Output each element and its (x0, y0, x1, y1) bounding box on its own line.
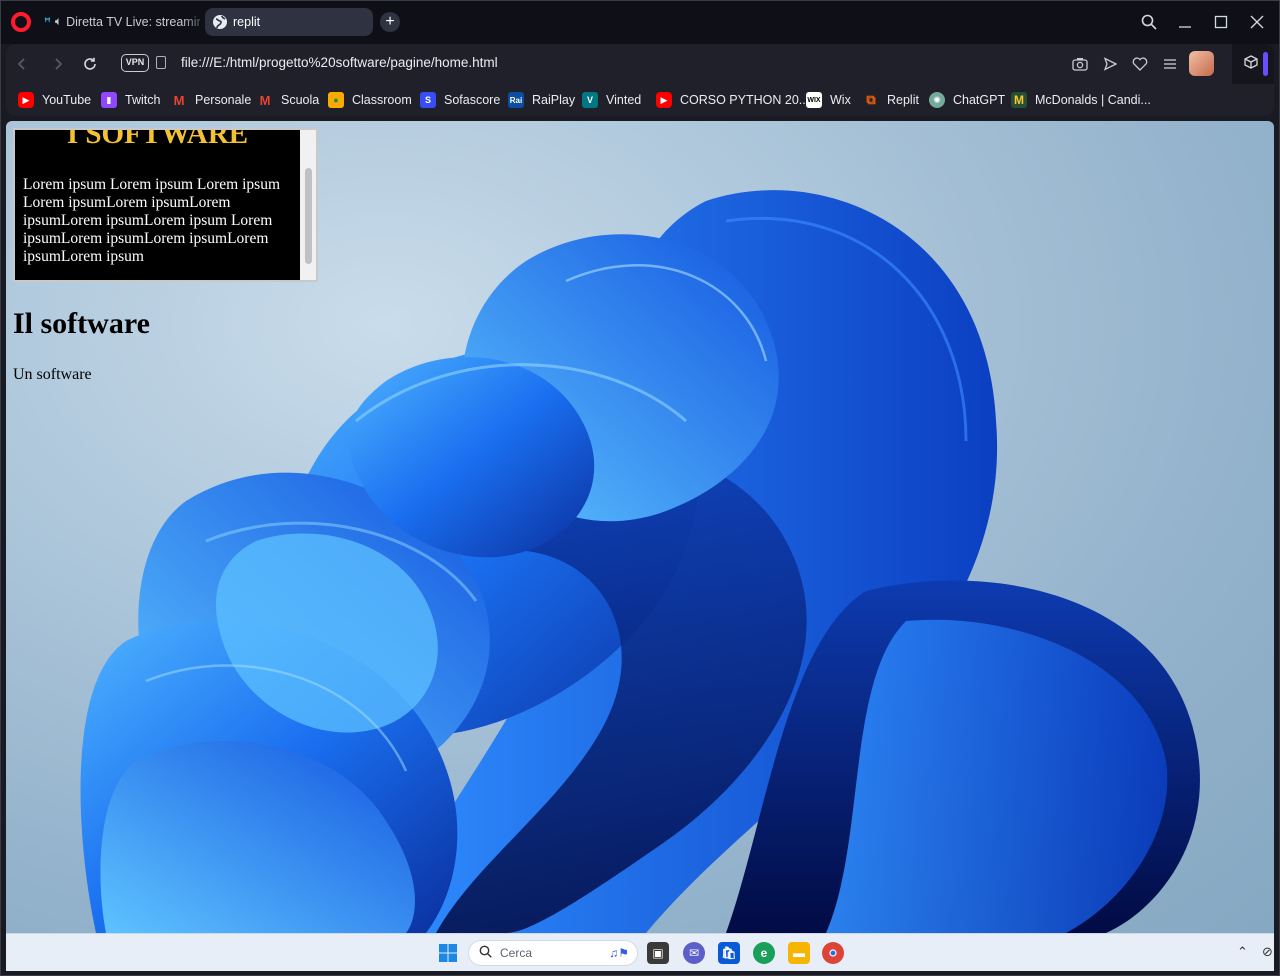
teams-chat-icon[interactable]: ✉ (683, 942, 705, 964)
easy-setup-icon[interactable] (1159, 53, 1181, 75)
maximize-button[interactable] (1209, 10, 1233, 34)
bookmark-raiplay[interactable]: Rai RaiPlay (508, 91, 575, 109)
search-highlight-icon: ♫⚑ (609, 946, 629, 960)
vinted-icon: V (582, 92, 598, 108)
bookmark-scuola[interactable]: M Scuola (257, 91, 319, 109)
task-view-icon[interactable]: ▣ (647, 942, 669, 964)
bookmark-label: Personale (195, 93, 252, 107)
tab-diretta-tv[interactable]: ꟸ 🔈︎ Diretta TV Live: streaming (38, 8, 200, 36)
scrollbar-thumb[interactable] (305, 168, 312, 264)
new-tab-button[interactable]: + (380, 12, 400, 32)
bookmark-chatgpt[interactable]: ✺ ChatGPT (929, 91, 1005, 109)
taskbar-search[interactable]: Cerca ♫⚑ (468, 940, 638, 966)
wix-icon: WIX (806, 92, 822, 108)
search-tabs-icon[interactable] (1137, 10, 1161, 34)
bookmark-label: Vinted (606, 93, 642, 107)
url-field[interactable]: file:///E:/html/progetto%20software/pagi… (181, 55, 498, 70)
scrollbar-track[interactable] (300, 130, 316, 280)
reload-button[interactable] (78, 52, 102, 76)
raiplay-icon: Rai (508, 92, 524, 108)
tab-replit[interactable]: replit (205, 8, 373, 36)
gmail-icon: M (257, 92, 273, 108)
bookmark-label: ChatGPT (953, 93, 1006, 107)
bookmark-youtube[interactable]: ▶ YouTube (18, 91, 91, 109)
cube-icon[interactable] (1241, 54, 1261, 74)
page-viewport: I SOFTWARE Lorem ipsum Lorem ipsum Lorem… (6, 121, 1274, 933)
bookmark-label: Sofascore (444, 93, 501, 107)
page-heading: Il software (13, 307, 150, 340)
send-icon[interactable] (1099, 53, 1121, 75)
page-info-icon[interactable] (156, 56, 166, 69)
replit-icon: ⧉ (863, 92, 879, 108)
bookmark-vinted[interactable]: V Vinted (582, 91, 641, 109)
scroll-box[interactable]: I SOFTWARE Lorem ipsum Lorem ipsum Lorem… (13, 128, 318, 282)
back-button[interactable] (10, 52, 34, 76)
minimize-button[interactable] (1173, 10, 1197, 34)
opera-logo-icon[interactable] (11, 12, 31, 32)
bookmark-sofascore[interactable]: S Sofascore (420, 91, 500, 109)
youtube-icon: ▶ (656, 92, 672, 108)
bookmark-label: Wix (830, 93, 851, 107)
close-button[interactable] (1245, 10, 1269, 34)
bookmark-mcdonalds[interactable]: M McDonalds | Candi... (1011, 91, 1151, 109)
page-paragraph: Un software (13, 366, 92, 383)
bookmark-label: Classroom (352, 93, 412, 107)
html-page: I SOFTWARE Lorem ipsum Lorem ipsum Lorem… (6, 121, 1274, 933)
mcdonalds-icon: M (1011, 92, 1027, 108)
bookmark-personale[interactable]: M Personale (171, 91, 251, 109)
box-title: I SOFTWARE (66, 128, 249, 150)
bookmark-label: Scuola (281, 93, 320, 107)
edge-icon[interactable]: e (753, 942, 775, 964)
bookmark-label: CORSO PYTHON 20... (680, 93, 810, 107)
tab-label: replit (233, 15, 261, 29)
bookmarks-bar: ▶ YouTube ▮ Twitch M Personale M Scuola … (6, 84, 1274, 116)
forward-button[interactable] (46, 52, 70, 76)
snapshot-icon[interactable] (1069, 53, 1091, 75)
bookmark-replit[interactable]: ⧉ Replit (863, 91, 919, 109)
bookmark-label: Twitch (125, 93, 161, 107)
search-placeholder: Cerca (500, 946, 533, 960)
bookmark-corso-python[interactable]: ▶ CORSO PYTHON 20... (656, 91, 809, 109)
tab-bar: ꟸ 🔈︎ Diretta TV Live: streaming replit + (0, 0, 1280, 44)
windows-start-icon[interactable] (437, 942, 459, 964)
gmail-icon: M (171, 92, 187, 108)
sidebar-accent (1263, 52, 1268, 76)
bookmark-classroom[interactable]: ● Classroom (328, 91, 412, 109)
speaker-icon[interactable]: 🔈︎ (55, 14, 62, 30)
tab-favicon-icon: ꟸ (44, 15, 51, 29)
windows-taskbar: Cerca ♫⚑ ▣ ✉ 🛍︎ e ▬ ⌃ ⊘ (6, 933, 1274, 971)
address-bar: VPN file:///E:/html/progetto%20software/… (6, 44, 1274, 84)
globe-icon (211, 13, 229, 31)
tray-chevron-up-icon[interactable]: ⌃ (1237, 944, 1248, 960)
file-explorer-icon[interactable]: ▬ (788, 942, 810, 964)
bookmark-twitch[interactable]: ▮ Twitch (101, 91, 160, 109)
extensions-panel (1232, 44, 1274, 84)
bookmark-label: Replit (887, 93, 919, 107)
chatgpt-icon: ✺ (929, 92, 945, 108)
bookmark-label: McDonalds | Candi... (1035, 93, 1151, 107)
twitch-icon: ▮ (101, 92, 117, 108)
profile-avatar[interactable] (1189, 51, 1214, 76)
vpn-badge[interactable]: VPN (121, 54, 149, 72)
box-text: Lorem ipsum Lorem ipsum Lorem ipsum Lore… (23, 176, 281, 265)
classroom-icon: ● (328, 92, 344, 108)
bookmark-label: YouTube (42, 93, 92, 107)
youtube-icon: ▶ (18, 92, 34, 108)
bookmark-wix[interactable]: WIX Wix (806, 91, 851, 109)
search-icon (479, 945, 492, 961)
tab-label: Diretta TV Live: streaming (66, 15, 200, 29)
heart-icon[interactable] (1129, 53, 1151, 75)
chrome-icon[interactable] (822, 942, 844, 964)
network-icon[interactable]: ⊘ (1262, 944, 1273, 960)
bookmark-label: RaiPlay (532, 93, 576, 107)
sofascore-icon: S (420, 92, 436, 108)
store-icon[interactable]: 🛍︎ (718, 942, 740, 964)
